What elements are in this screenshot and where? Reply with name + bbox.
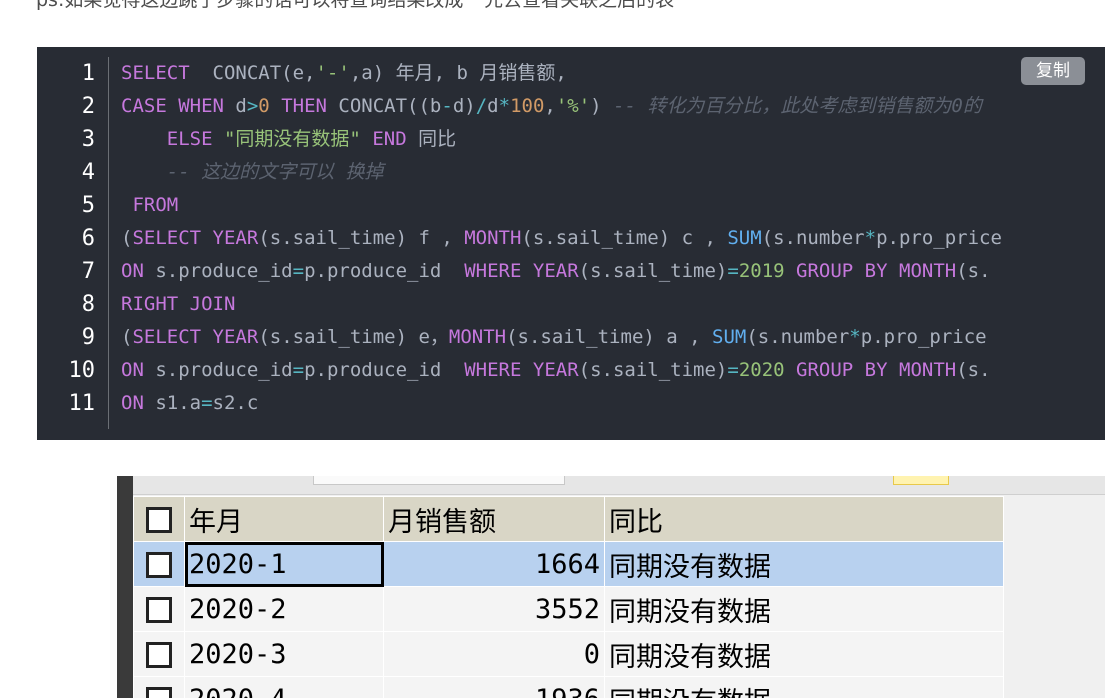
line-number: 11: [68, 391, 96, 416]
code-line: ON s1.a=s2.c: [121, 392, 259, 414]
column-header-ym: 年月: [184, 496, 384, 542]
line-number: 6: [81, 226, 95, 251]
code-block: 复制 1 2 3 4 5 6 7 8 9 10 11 SELECT CONCAT…: [37, 47, 1105, 440]
checkbox[interactable]: [146, 642, 172, 668]
code-line: FROM: [132, 194, 179, 216]
code-line: CASE WHEN d>0 THEN CONCAT((b-d)/d*100,'%…: [121, 95, 982, 117]
header-row: 年月 月销售额 同比: [133, 496, 1004, 542]
window-edge: [117, 476, 133, 698]
result-grid: 年月 月销售额 同比 2020-1 1664 同期没有数据 2020-2 355…: [133, 496, 1004, 698]
row-checkbox-cell[interactable]: [133, 676, 185, 698]
row-checkbox-cell[interactable]: [133, 586, 185, 632]
checkbox[interactable]: [146, 552, 172, 578]
line-number: 1: [81, 61, 95, 86]
line-number: 3: [81, 127, 95, 152]
cell-yoy[interactable]: 同期没有数据: [604, 631, 1004, 677]
code-line: ON s.produce_id=p.produce_id WHERE YEAR(…: [121, 359, 991, 381]
cell-yoy[interactable]: 同期没有数据: [604, 541, 1004, 587]
cell-amount[interactable]: 1664: [383, 541, 605, 587]
table-row[interactable]: 2020-3 0 同期没有数据: [133, 631, 1004, 677]
line-number: 4: [81, 160, 95, 185]
cell-yoy[interactable]: 同期没有数据: [604, 586, 1004, 632]
cell-ym[interactable]: 2020-3: [184, 631, 384, 677]
line-number-gutter: 1 2 3 4 5 6 7 8 9 10 11: [37, 57, 109, 429]
toolbar-field: [313, 476, 565, 485]
table-row[interactable]: 2020-1 1664 同期没有数据: [133, 541, 1004, 587]
code-line: ELSE "同期没有数据" END 同比: [166, 128, 457, 150]
code-line: -- 这边的文字可以 换掉: [166, 161, 384, 183]
code-line: SELECT CONCAT(e,'-',a) 年月, b 月销售额,: [121, 62, 567, 84]
cell-ym[interactable]: 2020-2: [184, 586, 384, 632]
toolbar-highlight: [893, 476, 949, 485]
line-number: 5: [81, 193, 95, 218]
code-content: SELECT CONCAT(e,'-',a) 年月, b 月销售额, CASE …: [121, 57, 1101, 420]
result-toolbar: [133, 476, 1105, 495]
checkbox[interactable]: [146, 687, 172, 698]
code-line: RIGHT JOIN: [121, 293, 236, 315]
cell-ym[interactable]: 2020-1: [184, 541, 384, 587]
column-header-yoy: 同比: [604, 496, 1004, 542]
cell-amount[interactable]: 1936: [383, 676, 605, 698]
code-line: (SELECT YEAR(s.sail_time) f , MONTH(s.sa…: [121, 227, 1002, 249]
table-row[interactable]: 2020-4 1936 同期没有数据: [133, 676, 1004, 698]
column-header-amount: 月销售额: [383, 496, 605, 542]
select-all-cell[interactable]: [133, 496, 185, 542]
code-line: ON s.produce_id=p.produce_id WHERE YEAR(…: [121, 260, 991, 282]
row-checkbox-cell[interactable]: [133, 541, 185, 587]
line-number: 10: [68, 358, 96, 383]
line-number: 9: [81, 325, 95, 350]
line-number: 2: [81, 94, 95, 119]
checkbox[interactable]: [146, 597, 172, 623]
cell-amount[interactable]: 3552: [383, 586, 605, 632]
cell-yoy[interactable]: 同期没有数据: [604, 676, 1004, 698]
row-checkbox-cell[interactable]: [133, 631, 185, 677]
checkbox[interactable]: [146, 507, 172, 533]
cell-ym[interactable]: 2020-4: [184, 676, 384, 698]
line-number: 7: [81, 259, 95, 284]
intro-text: ps:如果觉得这边跳了步骤的话可以将查询结果改成 " 先去查看关联之后的表: [36, 0, 675, 11]
cell-amount[interactable]: 0: [383, 631, 605, 677]
query-result-screenshot: 年月 月销售额 同比 2020-1 1664 同期没有数据 2020-2 355…: [117, 476, 1105, 698]
code-line: (SELECT YEAR(s.sail_time) e，MONTH(s.sail…: [121, 326, 987, 348]
line-number: 8: [81, 292, 95, 317]
table-row[interactable]: 2020-2 3552 同期没有数据: [133, 586, 1004, 632]
